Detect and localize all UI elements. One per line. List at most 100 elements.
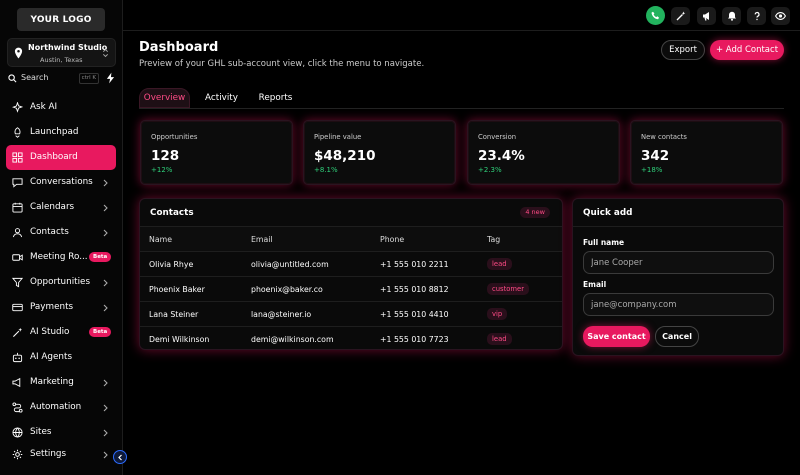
account-switcher[interactable]: Northwind Studio Austin, Texas	[7, 38, 116, 67]
account-location: Austin, Texas	[40, 56, 83, 64]
chevron-right-icon	[103, 429, 108, 437]
call-button[interactable]	[646, 6, 665, 25]
stat-card-new-contacts: New contacts 342 +18%	[630, 120, 783, 185]
table-row[interactable]: Phoenix Baker phoenix@baker.co +1 555 010 …	[140, 276, 562, 301]
table-row[interactable]: Lana Steiner lana@steiner.io +1 555 010 44…	[140, 301, 562, 326]
sidebar-item-label: AI Studio	[30, 327, 70, 337]
search-label: Search	[21, 73, 49, 82]
column-header-name[interactable]: Name	[149, 235, 172, 244]
chevron-right-icon	[103, 451, 108, 459]
chevron-right-icon	[103, 379, 108, 387]
full-name-input[interactable]	[583, 251, 774, 274]
cell-name: Lana Steiner	[149, 310, 199, 319]
search-button[interactable]: Search ctrl K	[7, 72, 99, 85]
cell-email: olivia@untitled.com	[251, 260, 329, 269]
sidebar-item-label: AI Agents	[30, 352, 73, 362]
cancel-button[interactable]: Cancel	[655, 326, 699, 347]
stat-value: 342	[641, 148, 670, 164]
globe-icon	[12, 427, 23, 438]
sidebar-item-payments[interactable]: Payments	[6, 295, 116, 320]
column-header-email[interactable]: Email	[251, 235, 273, 244]
sidebar-item-label: Payments	[30, 302, 74, 312]
sidebar-item-label: Opportunities	[30, 277, 91, 287]
preview-button[interactable]	[771, 7, 790, 25]
chevron-right-icon	[103, 404, 108, 412]
chevron-left-icon	[117, 454, 122, 460]
tag-badge: lead	[487, 333, 512, 345]
new-count-badge: 4 new	[520, 207, 550, 218]
stat-value: 23.4%	[478, 148, 525, 164]
notifications-button[interactable]	[722, 7, 741, 25]
stat-card-opportunities: Opportunities 128 +12%	[140, 120, 293, 185]
sidebar-item-meeting-ro[interactable]: Meeting Ro... Beta	[6, 245, 116, 270]
stat-label: Pipeline value	[314, 133, 362, 141]
sidebar-item-label: Calendars	[30, 202, 75, 212]
sidebar-item-automation[interactable]: Automation	[6, 395, 116, 420]
bolt-icon[interactable]	[106, 72, 115, 84]
account-name: Northwind Studio	[28, 43, 108, 52]
workflow-icon	[12, 402, 23, 413]
tab-reports[interactable]: Reports	[251, 88, 300, 108]
sidebar-item-label: Ask AI	[30, 102, 58, 112]
gear-icon	[12, 449, 23, 460]
sidebar-item-conversations[interactable]: Conversations	[6, 170, 116, 195]
quick-add-title: Quick add	[583, 208, 633, 218]
grid-icon	[12, 152, 23, 163]
stat-label: New contacts	[641, 133, 687, 141]
sidebar-item-marketing[interactable]: Marketing	[6, 370, 116, 395]
sidebar-item-dashboard[interactable]: Dashboard	[6, 145, 116, 170]
email-label: Email	[583, 280, 607, 289]
search-shortcut: ctrl K	[78, 73, 99, 84]
sidebar-item-label: Automation	[30, 402, 82, 412]
sidebar-item-label: Settings	[30, 449, 67, 459]
bot-icon	[12, 352, 23, 363]
page-title: Dashboard	[139, 40, 219, 55]
table-row[interactable]: Olivia Rhye olivia@untitled.com +1 555 010…	[140, 251, 562, 276]
sidebar-item-label: Marketing	[30, 377, 74, 387]
full-name-label: Full name	[583, 238, 625, 247]
tag-badge: customer	[487, 283, 530, 295]
cell-email: lana@steiner.io	[251, 310, 312, 319]
email-input[interactable]	[583, 293, 774, 316]
sidebar-item-launchpad[interactable]: Launchpad	[6, 120, 116, 145]
tag-badge: vip	[487, 308, 508, 320]
sidebar-item-contacts[interactable]: Contacts	[6, 220, 116, 245]
save-contact-button[interactable]: Save contact	[583, 326, 650, 347]
add-contact-button[interactable]: + Add Contact	[710, 40, 784, 60]
collapse-sidebar-button[interactable]	[113, 450, 127, 464]
tab-overview[interactable]: Overview	[139, 88, 190, 108]
beta-badge: Beta	[89, 327, 112, 337]
sidebar-item-label: Meeting Ro...	[30, 252, 88, 262]
topbar	[123, 0, 800, 31]
sidebar-item-ai-agents[interactable]: AI Agents	[6, 345, 116, 370]
megaphone-icon	[702, 12, 709, 21]
export-button[interactable]: Export	[661, 40, 705, 60]
video-icon	[12, 254, 23, 261]
user-icon	[12, 228, 23, 238]
sidebar-item-calendars[interactable]: Calendars	[6, 195, 116, 220]
wand-icon	[12, 327, 23, 338]
sidebar-item-ask-ai[interactable]: Ask AI	[6, 95, 116, 120]
chevron-right-icon	[103, 179, 108, 187]
sidebar-item-ai-studio[interactable]: AI Studio Beta	[6, 320, 116, 345]
logo[interactable]: YOUR LOGO	[17, 8, 105, 31]
calendar-icon	[12, 202, 23, 213]
column-header-tag[interactable]: Tag	[487, 235, 500, 244]
sidebar-item-settings[interactable]: Settings	[6, 442, 116, 467]
column-header-phone[interactable]: Phone	[380, 235, 404, 244]
table-row[interactable]: Demi Wilkinson demi@wilkinson.com +1 555 0…	[140, 326, 562, 351]
sidebar-item-label: Contacts	[30, 227, 69, 237]
stat-label: Opportunities	[151, 133, 198, 141]
stat-delta: +12%	[151, 166, 173, 174]
cell-email: demi@wilkinson.com	[251, 335, 334, 344]
cell-phone: +1 555 010 2211	[380, 260, 449, 269]
help-button[interactable]	[747, 7, 766, 25]
megaphone-icon	[12, 377, 21, 388]
magic-button[interactable]	[671, 7, 690, 25]
sidebar-footer: Settings	[6, 442, 116, 467]
chat-icon	[12, 178, 23, 188]
announcements-button[interactable]	[697, 7, 716, 25]
sidebar-item-opportunities[interactable]: Opportunities	[6, 270, 116, 295]
question-icon	[754, 11, 760, 21]
tab-activity[interactable]: Activity	[196, 88, 247, 108]
